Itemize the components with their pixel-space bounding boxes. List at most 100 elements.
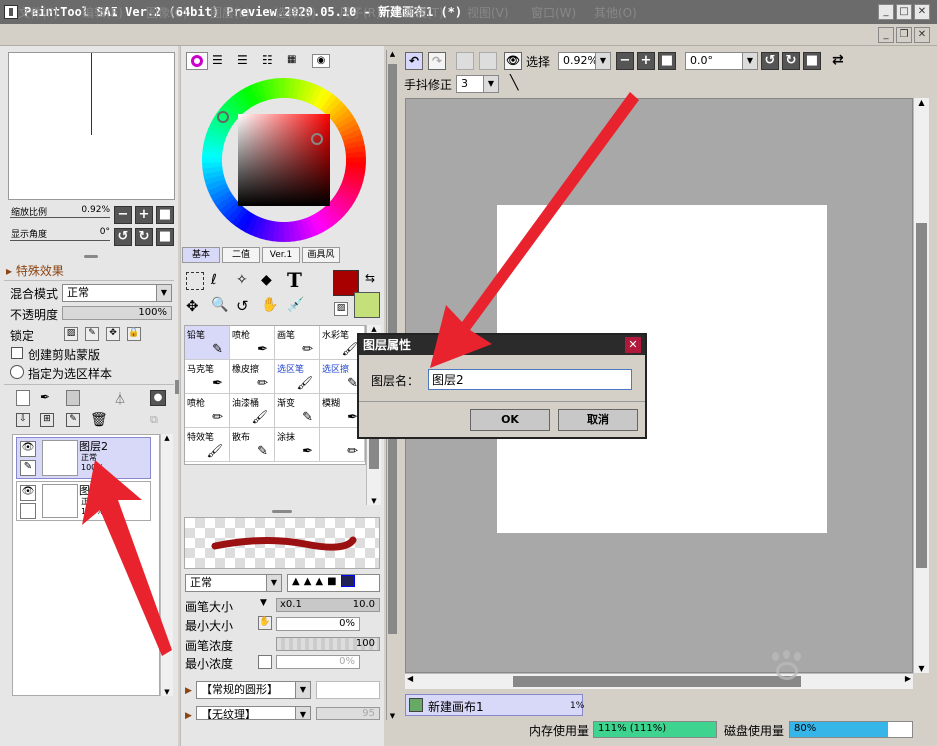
rotate-left-button[interactable]: ↺ xyxy=(114,228,132,246)
flip-horizontal-icon[interactable]: ⇄ xyxy=(832,52,852,70)
record-icon[interactable]: ● xyxy=(150,390,166,406)
hand-tool-icon[interactable]: ✋ xyxy=(261,297,279,315)
minimize-button[interactable]: _ xyxy=(878,4,894,20)
swap-colors-icon[interactable]: ⇆ xyxy=(365,271,375,285)
layer-row-1[interactable]: 👁 图层1 正常 100% xyxy=(16,481,151,521)
straight-line-icon[interactable]: ╲ xyxy=(510,75,530,93)
menu-item[interactable]: 选择(S) xyxy=(275,4,316,21)
canvas-zoom-reset-button[interactable]: ■ xyxy=(658,52,676,70)
layer-lock-box[interactable] xyxy=(20,503,36,519)
brush-density-slider[interactable]: 100 xyxy=(276,637,380,651)
chevron-right-icon[interactable]: ▶ xyxy=(185,711,192,721)
cancel-button[interactable]: 取消 xyxy=(558,409,638,431)
rgb-slider-tab-icon[interactable]: ☰ xyxy=(212,54,230,68)
menu-item[interactable]: 尺子(R) xyxy=(339,4,381,21)
deselect-button[interactable] xyxy=(456,52,474,70)
lock-all-icon[interactable]: 🔒 xyxy=(127,327,141,341)
new-layer-icon[interactable] xyxy=(16,390,30,406)
lock-move-icon[interactable]: ✥ xyxy=(106,327,120,341)
color-wheel[interactable] xyxy=(196,72,372,248)
angle-slider[interactable] xyxy=(10,240,110,241)
shape-icon[interactable]: ◆ xyxy=(261,272,279,290)
canvas-rotate-right-button[interactable]: ↻ xyxy=(782,52,800,70)
hsv-slider-tab-icon[interactable]: ☰ xyxy=(237,54,255,68)
brush-shape-select[interactable]: 【常规的圆形】 ▼ xyxy=(196,681,311,699)
chevron-right-icon[interactable]: ▶ xyxy=(185,686,192,696)
color-tab[interactable]: 二值 xyxy=(222,247,260,263)
special-effects-header[interactable]: ▸ 特殊效果 xyxy=(6,262,64,279)
undo-button[interactable]: ↶ xyxy=(405,52,423,70)
select-source-radio[interactable] xyxy=(10,365,24,379)
new-folder-icon[interactable] xyxy=(66,390,80,406)
min-size-slider[interactable]: 0% xyxy=(276,617,360,631)
lock-transparency-icon[interactable]: ▨ xyxy=(64,327,78,341)
mixer-tab-icon[interactable]: ☷ xyxy=(262,54,280,68)
color-tab[interactable]: 画具风 xyxy=(302,247,340,263)
brush-tool-cell[interactable]: 散布 ✎ xyxy=(230,428,275,462)
text-tool-icon[interactable]: T xyxy=(287,268,307,292)
brush-tool-cell[interactable]: 渐变 ✎ xyxy=(275,394,320,428)
shape-strength-slider[interactable] xyxy=(316,681,380,699)
menu-item[interactable]: 文件(F) xyxy=(18,4,58,21)
layer-list-scrollbar[interactable]: ▲ ▼ xyxy=(160,434,173,696)
opacity-slider[interactable]: 100% xyxy=(62,306,172,320)
invert-select-button[interactable] xyxy=(479,52,497,70)
move-icon[interactable]: ✥ xyxy=(186,297,204,315)
canvas-zoom-in-button[interactable]: + xyxy=(637,52,655,70)
brush-tool-cell[interactable]: 选区笔 🖌 xyxy=(275,360,320,394)
canvas-v-scrollbar[interactable]: ▲ ▼ xyxy=(913,98,929,673)
pencil-icon[interactable]: ✎ xyxy=(20,460,36,476)
brush-tool-cell[interactable]: 橡皮擦 ✏ xyxy=(230,360,275,394)
texture-strength-slider[interactable]: 95 xyxy=(316,707,380,720)
brush-tool-cell[interactable]: 喷枪 ✏ xyxy=(185,394,230,428)
brush-tool-cell[interactable]: 特效笔 🖌 xyxy=(185,428,230,462)
lasso-icon[interactable]: ℓ xyxy=(211,272,229,290)
menu-item[interactable]: 图像(C) xyxy=(146,4,188,21)
panel-grip[interactable] xyxy=(175,380,179,394)
maximize-button[interactable]: □ xyxy=(896,4,912,20)
menu-item[interactable]: 其他(O) xyxy=(594,4,637,21)
ok-button[interactable]: OK xyxy=(470,409,550,431)
eye-icon[interactable]: 👁 xyxy=(504,52,522,70)
eye-icon[interactable]: 👁 xyxy=(20,441,36,457)
angle-value[interactable]: 0° xyxy=(80,227,110,237)
panel-splitter[interactable] xyxy=(272,510,292,513)
brush-tool-cell[interactable]: 涂抹 ✒ xyxy=(275,428,320,462)
eyedropper-icon[interactable]: 💉 xyxy=(287,297,305,315)
brush-size-slider[interactable]: x0.1 10.0 xyxy=(276,598,380,612)
doc-restore-button[interactable]: ❐ xyxy=(896,27,912,43)
size-multiplier-dropdown-icon[interactable]: ▼ xyxy=(260,598,267,608)
color-tab[interactable]: 基本 xyxy=(182,247,220,263)
rotate-reset-button[interactable]: ■ xyxy=(156,228,174,246)
brush-shape-selector[interactable]: ▲▲▲■ xyxy=(287,574,380,592)
zoom-tool-icon[interactable]: 🔍 xyxy=(211,297,229,315)
transparent-color-icon[interactable]: ▨ xyxy=(334,302,348,316)
panel-splitter[interactable] xyxy=(84,255,98,258)
menu-item[interactable]: 编辑(E) xyxy=(82,4,123,21)
canvas-rotate-reset-button[interactable]: ■ xyxy=(803,52,821,70)
magic-wand-icon[interactable]: ✧ xyxy=(236,272,254,290)
eye-icon[interactable]: 👁 xyxy=(20,485,36,501)
rotate-tool-icon[interactable]: ↺ xyxy=(236,297,254,315)
rotate-right-button[interactable]: ↻ xyxy=(135,228,153,246)
new-pen-layer-icon[interactable]: ✒ xyxy=(40,390,56,406)
menu-item[interactable]: 滤镜(T) xyxy=(403,4,444,21)
scratchpad-tab-icon[interactable]: ◉ xyxy=(312,54,330,68)
layer-row-2[interactable]: 👁 ✎ 图层2 正常 100% xyxy=(16,437,151,479)
doc-close-button[interactable]: ✕ xyxy=(914,27,930,43)
redo-button[interactable]: ↷ xyxy=(428,52,446,70)
zoom-reset-button[interactable]: ■ xyxy=(156,206,174,224)
brush-tool-cell[interactable]: 铅笔 ✎ xyxy=(185,326,230,360)
color-wheel-tab-icon[interactable] xyxy=(186,52,208,70)
brush-blend-select[interactable]: 正常 ▼ xyxy=(185,574,282,592)
close-button[interactable]: ✕ xyxy=(914,4,930,20)
merge-all-icon[interactable]: ⊞ xyxy=(40,413,54,427)
brush-tool-cell[interactable]: 画笔 ✏ xyxy=(275,326,320,360)
brush-tool-cell[interactable]: 油漆桶 🖌 xyxy=(230,394,275,428)
canvas-rotate-left-button[interactable]: ↺ xyxy=(761,52,779,70)
clear-layer-icon[interactable]: ✎ xyxy=(66,413,80,427)
trash-icon[interactable]: 🗑 xyxy=(90,412,108,428)
merge-down-icon[interactable]: ⇩ xyxy=(16,413,30,427)
zoom-value[interactable]: 0.92% xyxy=(80,205,110,215)
canvas-zoom-select[interactable]: 0.92% ▼ xyxy=(558,52,611,70)
